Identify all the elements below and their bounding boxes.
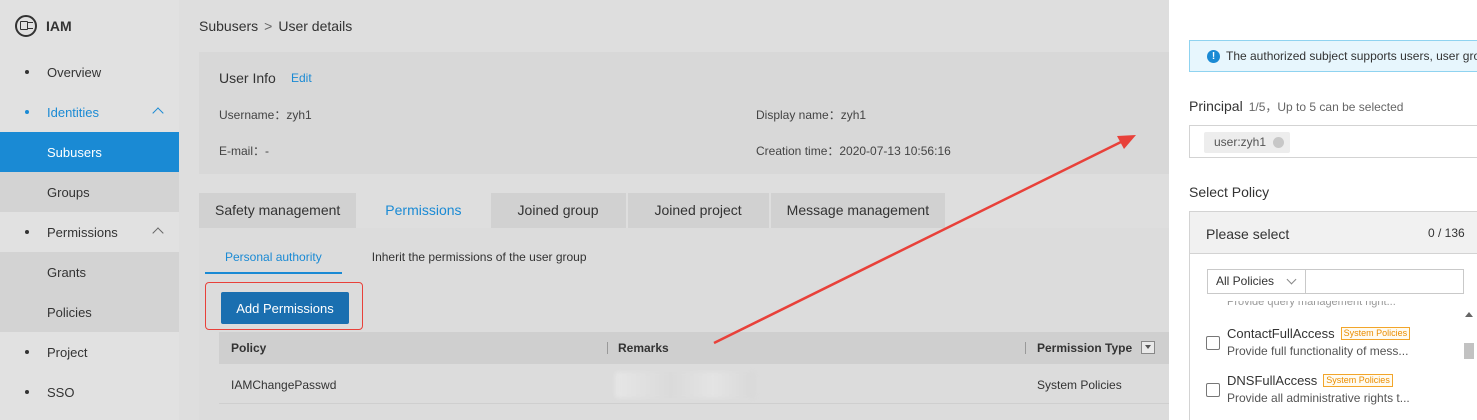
table-header: Policy Remarks Permission Type <box>219 332 1169 364</box>
sidebar-item-subusers[interactable]: Subusers <box>0 132 179 172</box>
sidebar-item-label: Subusers <box>47 144 102 160</box>
select-policy-label: Select Policy <box>1189 184 1270 200</box>
breadcrumb-current: User details <box>278 18 353 34</box>
sidebar-item-label: Grants <box>47 264 87 280</box>
principal-hint: 1/5，Up to 5 can be selected <box>1248 100 1404 114</box>
username-field: Username：zyh1 <box>219 108 312 122</box>
filter-row: All Policies <box>1207 269 1464 294</box>
bullet-icon <box>25 110 29 114</box>
policy-selector-panel: Please select 0 / 136 All Policies Provi… <box>1189 211 1477 420</box>
clipped-policy-desc: Provide query management right... <box>1227 301 1396 308</box>
subtab-personal-authority[interactable]: Personal authority <box>205 242 342 274</box>
detail-tabs: Safety management Permissions Joined gro… <box>199 193 947 228</box>
tab-joined-project[interactable]: Joined project <box>627 193 769 228</box>
iam-card-icon <box>15 15 37 37</box>
sidebar-item-groups[interactable]: Groups <box>0 172 179 212</box>
bullet-icon <box>25 230 29 234</box>
sidebar-item-label: SSO <box>47 384 75 400</box>
highlight-box: Add Permissions <box>205 282 363 330</box>
add-permissions-button[interactable]: Add Permissions <box>221 292 349 324</box>
column-divider <box>607 342 608 354</box>
column-header-permission-type: Permission Type <box>1037 341 1133 355</box>
sidebar-item-label: Overview <box>47 64 102 80</box>
policy-type-select[interactable]: All Policies <box>1207 269 1306 294</box>
brand-title: IAM <box>46 18 72 34</box>
close-icon[interactable] <box>1273 137 1285 148</box>
cell-policy: IAMChangePasswd <box>231 378 337 392</box>
principal-title: Principal <box>1189 98 1243 114</box>
sidebar-item-grants[interactable]: Grants <box>0 252 179 292</box>
sidebar-item-label: Policies <box>47 304 92 320</box>
scrollbar-thumb[interactable] <box>1464 343 1474 359</box>
policy-description: Provide all administrative rights t... <box>1227 391 1410 405</box>
policy-description: Provide full functionality of mess... <box>1227 344 1409 358</box>
alert-text: The authorized subject supports users, u… <box>1226 49 1477 63</box>
sidebar-group-permissions[interactable]: Permissions <box>0 212 179 252</box>
bullet-icon <box>25 390 29 394</box>
principal-label: Principal 1/5，Up to 5 can be selected <box>1189 98 1403 115</box>
display-name-field: Display name：zyh1 <box>756 108 867 122</box>
tab-permissions[interactable]: Permissions <box>358 193 489 228</box>
sidebar-item-label: Project <box>47 344 88 360</box>
edit-link[interactable]: Edit <box>291 71 312 85</box>
email-field: E-mail：- <box>219 144 269 158</box>
policy-checkbox[interactable] <box>1206 383 1220 397</box>
filter-dropdown-icon[interactable] <box>1141 341 1155 354</box>
cell-permission-type: System Policies <box>1037 378 1122 392</box>
main-content: Subusers > User details User Info Edit Use… <box>179 0 1169 420</box>
policy-tag: System Policies <box>1323 374 1393 387</box>
brand: IAM <box>0 0 179 52</box>
principal-chip: user:zyh1 <box>1204 132 1291 153</box>
user-info-title: User Info <box>219 70 276 86</box>
breadcrumb-parent[interactable]: Subusers <box>199 18 258 34</box>
policy-name-text: ContactFullAccess <box>1227 326 1335 341</box>
policy-tag: System Policies <box>1340 327 1411 340</box>
permission-subtabs: Personal authority Inherit the permissio… <box>205 242 637 274</box>
info-alert: ! The authorized subject supports users,… <box>1189 40 1477 72</box>
chevron-up-icon <box>152 107 164 119</box>
sidebar-item-label: Groups <box>47 184 90 200</box>
selection-count: 0 / 136 <box>1428 226 1465 240</box>
policy-search-input[interactable] <box>1306 269 1464 294</box>
user-info-card: User Info Edit Username：zyh1 Display nam… <box>199 52 1169 174</box>
bullet-icon <box>25 70 29 74</box>
tab-safety-management[interactable]: Safety management <box>199 193 357 228</box>
bullet-icon <box>25 350 29 354</box>
breadcrumb-separator: > <box>264 18 273 34</box>
policy-list-scrollbar[interactable] <box>1463 312 1475 420</box>
policy-name: ContactFullAccess System Policies <box>1227 326 1411 341</box>
sidebar-item-sso[interactable]: SSO <box>0 372 179 412</box>
chevron-down-icon <box>1286 274 1297 285</box>
policy-name: DNSFullAccess System Policies <box>1227 373 1393 388</box>
sidebar-item-label: Permissions <box>47 224 118 240</box>
tab-joined-group[interactable]: Joined group <box>490 193 626 228</box>
panel-header: Please select 0 / 136 <box>1190 212 1477 254</box>
column-divider <box>1025 342 1026 354</box>
column-header-policy: Policy <box>231 341 267 355</box>
table-row: IAMChangePasswd System Policies <box>219 364 1169 404</box>
sidebar-item-policies[interactable]: Policies <box>0 292 179 332</box>
add-permission-drawer: ! The authorized subject supports users,… <box>1169 0 1477 420</box>
sidebar-item-overview[interactable]: Overview <box>0 52 179 92</box>
sidebar-group-identities[interactable]: Identities <box>0 92 179 132</box>
scroll-up-icon[interactable] <box>1465 312 1473 317</box>
chevron-up-icon <box>152 227 164 239</box>
info-icon: ! <box>1207 49 1220 63</box>
tab-message-management[interactable]: Message management <box>770 193 946 228</box>
policy-checkbox[interactable] <box>1206 336 1220 350</box>
breadcrumb: Subusers > User details <box>199 18 352 34</box>
policy-name-text: DNSFullAccess <box>1227 373 1318 388</box>
subtab-inherited-permissions[interactable]: Inherit the permissions of the user grou… <box>372 242 587 274</box>
permissions-panel: Personal authority Inherit the permissio… <box>199 228 1169 420</box>
chip-label: user:zyh1 <box>1214 135 1267 149</box>
policy-type-value: All Policies <box>1216 274 1275 288</box>
column-header-remarks: Remarks <box>618 341 669 355</box>
sidebar: IAM Overview Identities Subusers Groups … <box>0 0 179 420</box>
creation-time-field: Creation time：2020-07-13 10:56:16 <box>756 144 951 158</box>
panel-title: Please select <box>1206 226 1290 242</box>
principal-input[interactable]: user:zyh1 <box>1189 125 1477 158</box>
blurred-remarks <box>615 372 755 398</box>
sidebar-item-project[interactable]: Project <box>0 332 179 372</box>
sidebar-item-label: Identities <box>47 104 100 120</box>
